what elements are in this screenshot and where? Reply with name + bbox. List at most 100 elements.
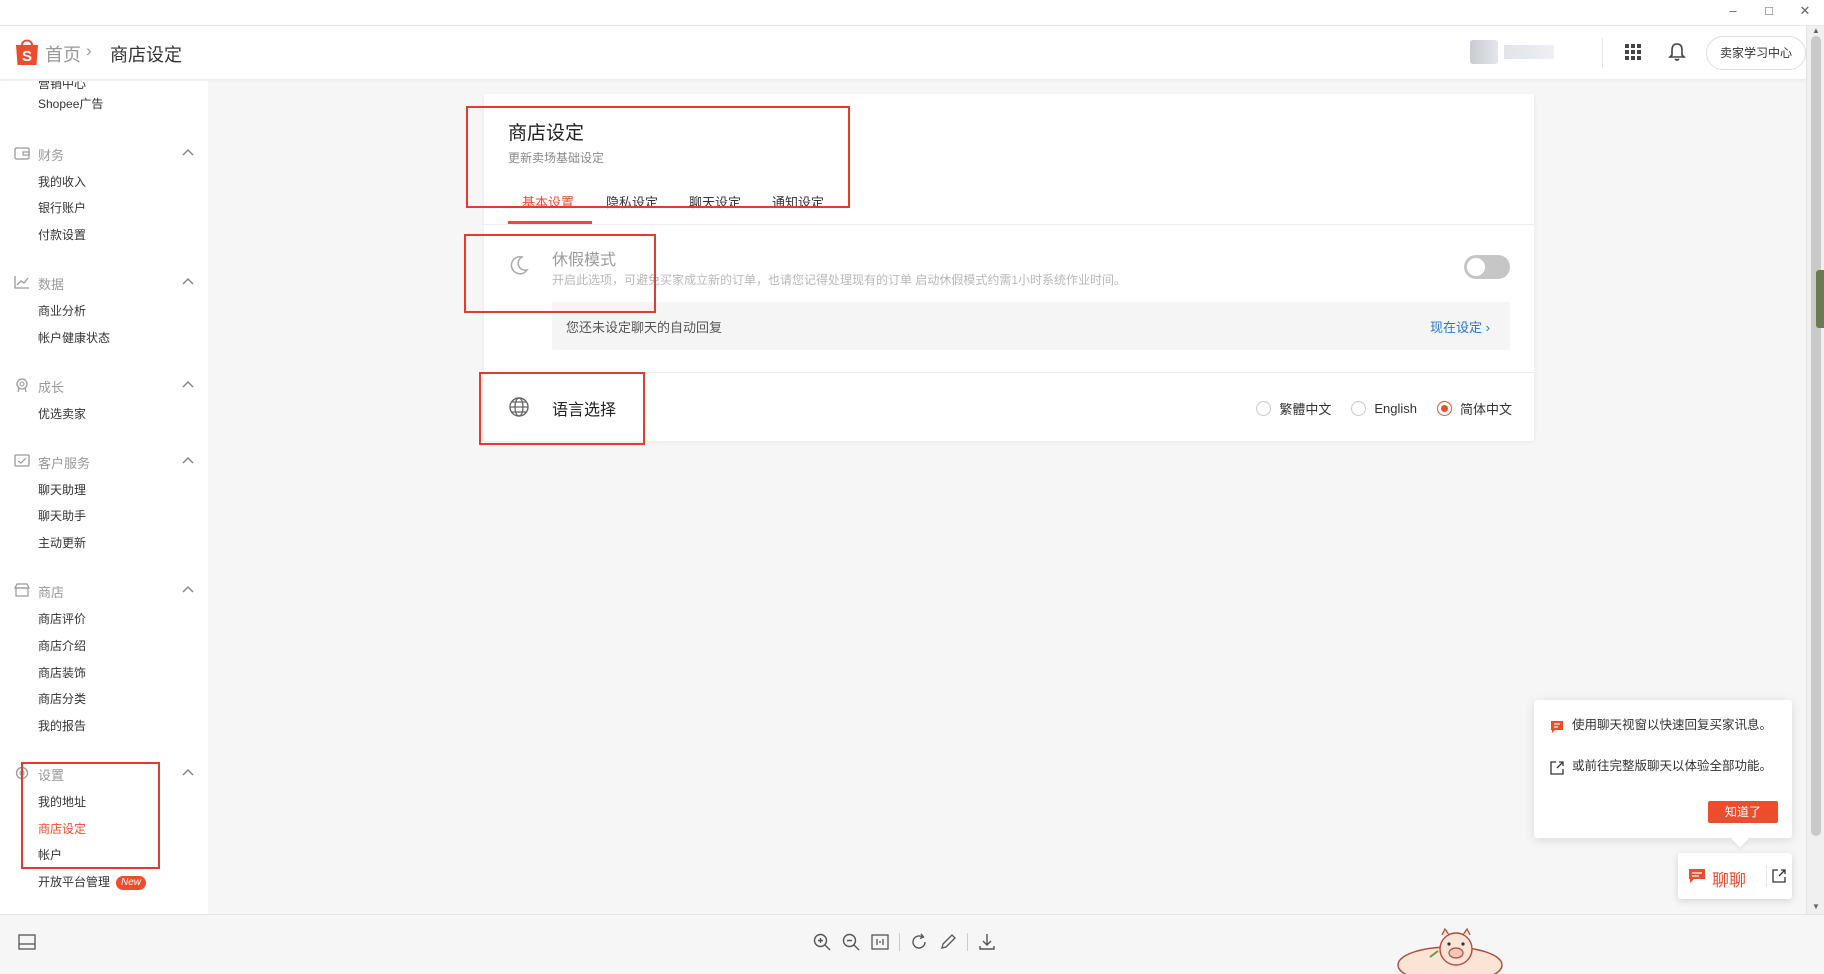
chevron-right-icon: › xyxy=(1485,320,1490,335)
chevron-up-icon[interactable] xyxy=(182,584,194,594)
auto-reply-text: 您还未设定聊天的自动回复 xyxy=(566,320,723,335)
vacation-mode-toggle[interactable] xyxy=(1464,255,1510,279)
toolbar-separator xyxy=(967,933,968,951)
line-chart-icon xyxy=(14,276,29,289)
tab-chat-settings[interactable]: 聊天设定 xyxy=(689,192,741,211)
moon-icon xyxy=(510,256,529,275)
chevron-up-icon[interactable] xyxy=(182,276,194,286)
page-subtitle: 更新卖场基础设定 xyxy=(508,151,605,165)
breadcrumb-home[interactable]: 首页 xyxy=(45,41,81,67)
shop-icon xyxy=(14,583,30,597)
radio-button[interactable] xyxy=(1351,401,1367,416)
toolbar-separator xyxy=(899,933,900,951)
maximize-button[interactable]: □ xyxy=(1762,3,1776,19)
wallet-icon xyxy=(14,147,30,160)
language-option-traditional-chinese[interactable]: 繁體中文 xyxy=(1256,399,1331,418)
zoom-out-icon[interactable] xyxy=(841,932,861,952)
shopee-logo[interactable]: S xyxy=(14,37,40,67)
chevron-up-icon[interactable] xyxy=(182,147,194,157)
sidebar-item-shop-decoration[interactable]: 商店装饰 xyxy=(38,664,86,681)
chat-launcher-label: 聊聊 xyxy=(1712,871,1746,890)
sidebar-section-settings[interactable]: 设置 xyxy=(14,764,194,783)
chat-tip-text: 或前往完整版聊天以体验全部功能。 xyxy=(1572,759,1773,773)
sidebar-section-growth[interactable]: 成长 xyxy=(14,376,194,395)
auto-reply-notice: 您还未设定聊天的自动回复 现在设定 › xyxy=(552,302,1510,350)
vacation-mode-title: 休假模式 xyxy=(552,252,617,269)
sidebar-item-account[interactable]: 帐户 xyxy=(38,846,62,863)
rotate-icon[interactable] xyxy=(909,932,929,952)
sidebar-item-shopee-ads[interactable]: Shopee广告 xyxy=(38,95,103,112)
toggle-knob xyxy=(1467,258,1485,276)
sidebar-section-data[interactable]: 数据 xyxy=(14,273,194,292)
sidebar-section-label: 财务 xyxy=(38,148,65,163)
sidebar-item-my-reports[interactable]: 我的报告 xyxy=(38,717,86,734)
sidebar-item-payment-settings[interactable]: 付款设置 xyxy=(38,226,86,243)
gear-icon xyxy=(15,766,29,780)
tab-privacy-settings[interactable]: 隐私设定 xyxy=(606,192,658,211)
divider xyxy=(484,224,1534,225)
chat-launcher[interactable]: 聊聊 xyxy=(1678,853,1792,899)
sidebar-item-proactive-updates[interactable]: 主动更新 xyxy=(38,534,86,551)
tab-notification-settings[interactable]: 通知设定 xyxy=(772,192,824,211)
side-handle[interactable] xyxy=(1816,270,1824,328)
sidebar-section-label: 数据 xyxy=(38,277,65,292)
chevron-up-icon[interactable] xyxy=(182,379,194,389)
sidebar-section-finance[interactable]: 财务 xyxy=(14,144,194,163)
chat-box-icon xyxy=(14,454,30,467)
close-button[interactable]: ✕ xyxy=(1798,3,1812,19)
sidebar-item-account-health[interactable]: 帐户健康状态 xyxy=(38,329,110,346)
radio-button[interactable] xyxy=(1256,401,1272,416)
divider xyxy=(1766,865,1767,887)
svg-text:S: S xyxy=(22,48,32,65)
tab-basic-settings[interactable]: 基本设置 xyxy=(522,192,574,211)
language-option-simplified-chinese[interactable]: 简体中文 xyxy=(1436,399,1512,418)
seller-learning-center-button[interactable]: 卖家学习中心 xyxy=(1706,36,1806,70)
sidebar-item-shop-settings[interactable]: 商店设定 xyxy=(38,820,86,837)
sidebar-item-chat-helper[interactable]: 聊天助手 xyxy=(38,507,86,524)
scrollbar-thumb[interactable] xyxy=(1811,36,1821,836)
user-account[interactable] xyxy=(1470,40,1560,64)
setup-now-label: 现在设定 xyxy=(1430,320,1483,335)
chevron-up-icon[interactable] xyxy=(182,767,194,777)
zoom-in-icon[interactable] xyxy=(812,932,832,952)
chat-tip-popup: 使用聊天视窗以快速回复买家讯息。 或前往完整版聊天以体验全部功能。 知道了 xyxy=(1534,700,1792,838)
download-icon[interactable] xyxy=(977,932,997,952)
panel-toggle-icon[interactable] xyxy=(18,933,36,951)
sidebar-item-bank-account[interactable]: 银行账户 xyxy=(38,199,86,216)
minimize-button[interactable]: – xyxy=(1726,3,1740,19)
page-title: 商店设定 xyxy=(508,123,585,144)
sidebar-item-my-income[interactable]: 我的收入 xyxy=(38,173,86,190)
sidebar-item-shop-rating[interactable]: 商店评价 xyxy=(38,610,86,627)
language-option-english[interactable]: English xyxy=(1351,401,1417,416)
vertical-scrollbar[interactable]: ▲ ▼ xyxy=(1806,26,1824,926)
sidebar-item-business-insights[interactable]: 商业分析 xyxy=(38,302,86,319)
globe-icon xyxy=(509,397,529,417)
avatar xyxy=(1470,40,1498,64)
sidebar-item-preferred-seller[interactable]: 优选卖家 xyxy=(38,405,86,422)
window-titlebar: – □ ✕ xyxy=(0,0,1824,26)
sidebar-item-shop-profile[interactable]: 商店介绍 xyxy=(38,637,86,654)
sidebar-section-customer-service[interactable]: 客户服务 xyxy=(14,452,194,471)
sidebar-item-my-address[interactable]: 我的地址 xyxy=(38,793,86,810)
setup-now-link[interactable]: 现在设定 › xyxy=(1430,317,1490,336)
sidebar-item-shop-categories[interactable]: 商店分类 xyxy=(38,690,86,707)
breadcrumb-current: 商店设定 xyxy=(110,45,182,65)
scroll-down-icon[interactable]: ▼ xyxy=(1812,902,1820,911)
actual-size-icon[interactable] xyxy=(870,932,890,952)
bell-icon[interactable] xyxy=(1668,42,1686,62)
chevron-up-icon[interactable] xyxy=(182,455,194,465)
got-it-button[interactable]: 知道了 xyxy=(1708,801,1778,823)
sidebar-item-marketing[interactable]: 营销中心 xyxy=(38,81,86,92)
sidebar-section-shop[interactable]: 商店 xyxy=(14,581,194,600)
radio-button-selected[interactable] xyxy=(1436,401,1452,416)
scroll-up-icon[interactable]: ▲ xyxy=(1812,26,1820,35)
sidebar-item-open-platform[interactable]: 开放平台管理 New xyxy=(38,873,147,890)
language-option-label: 简体中文 xyxy=(1459,402,1512,417)
window-controls: – □ ✕ xyxy=(1726,3,1812,19)
apps-grid-icon[interactable] xyxy=(1624,43,1642,61)
chat-bubble-icon xyxy=(1551,721,1563,733)
new-badge: New xyxy=(116,876,147,890)
external-window-icon[interactable] xyxy=(1772,869,1786,883)
edit-pencil-icon[interactable] xyxy=(938,932,958,952)
sidebar-item-chat-assistant[interactable]: 聊天助理 xyxy=(38,481,86,498)
